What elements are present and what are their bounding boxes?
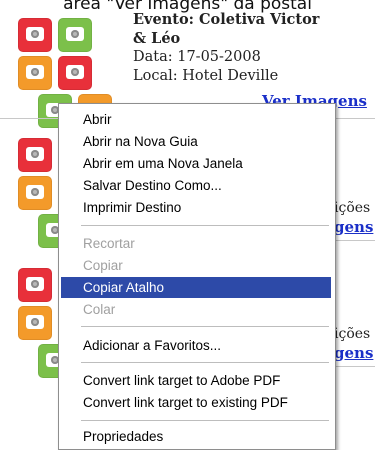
event-partial-text: ições xyxy=(334,326,371,342)
event-details: Evento: Coletiva Victor & Léo Data: 17-0… xyxy=(133,10,373,86)
menu-item-abrir-nova-janela[interactable]: Abrir em uma Nova Janela xyxy=(61,153,331,174)
event-date: Data: 17-05-2008 xyxy=(133,49,261,65)
menu-item-convert-adobe-pdf[interactable]: Convert link target to Adobe PDF xyxy=(61,370,331,391)
menu-item-salvar-destino[interactable]: Salvar Destino Como... xyxy=(61,175,331,196)
menu-separator xyxy=(81,362,329,363)
camera-icon xyxy=(18,306,52,340)
menu-separator xyxy=(81,420,329,421)
menu-item-convert-existing-pdf[interactable]: Convert link target to existing PDF xyxy=(61,392,331,413)
event-title-continued: & Léo xyxy=(133,30,181,47)
menu-separator xyxy=(81,225,329,226)
menu-separator xyxy=(81,326,329,327)
menu-item-copiar[interactable]: Copiar xyxy=(61,255,331,276)
camera-icon xyxy=(18,176,52,210)
camera-icon xyxy=(18,18,52,52)
menu-item-adicionar-favoritos[interactable]: Adicionar a Favoritos... xyxy=(61,335,331,356)
menu-item-propriedades[interactable]: Propriedades xyxy=(61,426,331,447)
menu-item-recortar[interactable]: Recortar xyxy=(61,233,331,254)
event-partial-text: ições xyxy=(334,200,371,216)
row-divider xyxy=(334,240,375,241)
menu-item-abrir[interactable]: Abrir xyxy=(61,109,331,130)
camera-icon xyxy=(58,18,92,52)
ver-imagens-link-3[interactable]: gens xyxy=(334,344,373,362)
menu-item-imprimir-destino[interactable]: Imprimir Destino xyxy=(61,197,331,218)
row-divider xyxy=(334,366,375,367)
menu-item-colar[interactable]: Colar xyxy=(61,299,331,320)
event-title: Evento: Coletiva Victor xyxy=(133,11,320,28)
camera-icon xyxy=(58,56,92,90)
camera-icon xyxy=(18,56,52,90)
event-location: Local: Hotel Deville xyxy=(133,68,279,84)
menu-item-abrir-nova-guia[interactable]: Abrir na Nova Guia xyxy=(61,131,331,152)
ver-imagens-link-2[interactable]: gens xyxy=(334,218,373,236)
context-menu[interactable]: Abrir Abrir na Nova Guia Abrir em uma No… xyxy=(58,103,336,450)
camera-icon xyxy=(18,268,52,302)
camera-icon xyxy=(18,138,52,172)
menu-item-copiar-atalho[interactable]: Copiar Atalho xyxy=(61,277,331,298)
